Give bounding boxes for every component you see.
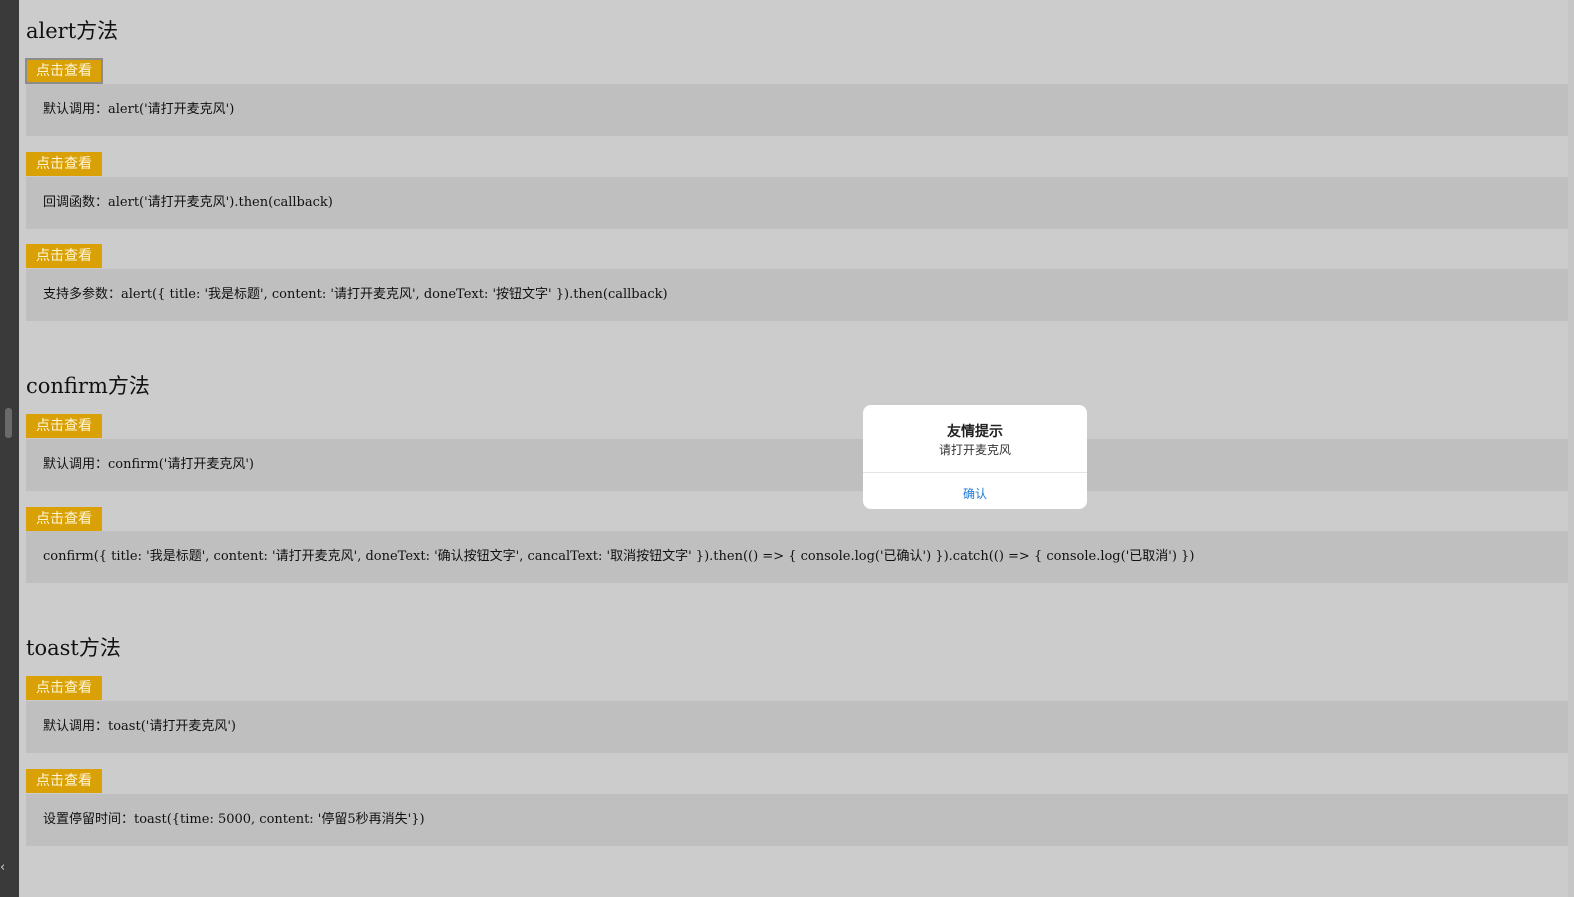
left-side-panel: ‹: [0, 0, 19, 897]
alert-dialog: 友情提示 请打开麦克风 确认: [863, 405, 1087, 509]
dialog-message: 请打开麦克风: [938, 443, 1011, 457]
confirm-options-code: confirm({ title: '我是标题', content: '请打开麦克…: [26, 531, 1568, 583]
toast-time-code: 设置停留时间：toast({time: 5000, content: '停留5秒…: [26, 794, 1568, 846]
side-panel-scroll-thumb[interactable]: [5, 408, 12, 438]
dialog-confirm-button[interactable]: 确认: [863, 473, 1087, 509]
alert-callback-code: 回调函数：alert('请打开麦克风').then(callback): [26, 177, 1568, 229]
toast-default-code: 默认调用：toast('请打开麦克风'): [26, 701, 1568, 753]
confirm-default-code: 默认调用：confirm('请打开麦克风'): [26, 439, 1568, 491]
alert-options-code: 支持多参数：alert({ title: '我是标题', content: '请…: [26, 269, 1568, 321]
alert-default-button[interactable]: 点击查看: [25, 58, 103, 84]
page-scrollbar[interactable]: [1568, 0, 1574, 897]
section-title-toast: toast方法: [26, 636, 121, 660]
section-title-confirm: confirm方法: [26, 374, 150, 398]
confirm-options-button[interactable]: 点击查看: [26, 507, 102, 531]
dialog-title: 友情提示: [947, 424, 1003, 440]
toast-time-button[interactable]: 点击查看: [26, 769, 102, 793]
alert-options-button[interactable]: 点击查看: [26, 244, 102, 268]
alert-default-code: 默认调用：alert('请打开麦克风'): [26, 84, 1568, 136]
toast-default-button[interactable]: 点击查看: [26, 676, 102, 700]
alert-callback-button[interactable]: 点击查看: [26, 152, 102, 176]
section-title-alert: alert方法: [26, 19, 119, 43]
chevron-left-icon[interactable]: ‹: [0, 860, 12, 876]
confirm-default-button[interactable]: 点击查看: [26, 414, 102, 438]
